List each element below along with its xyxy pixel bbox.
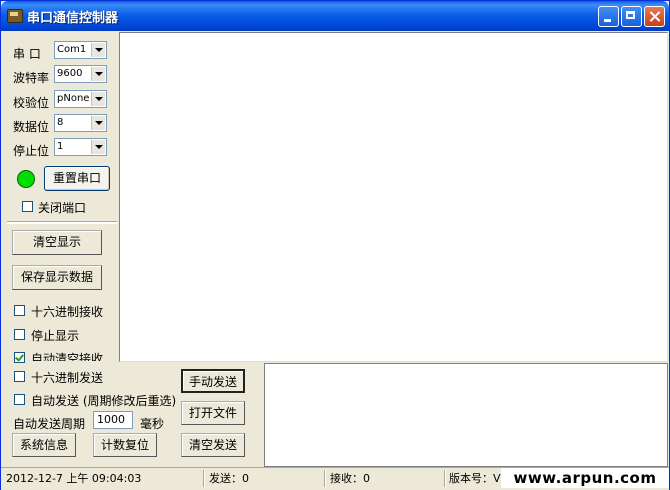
close-port-label: 关闭端口 <box>38 201 87 215</box>
port-value: Com1 <box>57 44 87 55</box>
hex-send-label: 十六进制发送 <box>31 371 104 385</box>
open-file-button[interactable]: 打开文件 <box>181 401 245 425</box>
received-count: 接收：0 <box>330 472 370 485</box>
parity-value: pNone <box>57 93 90 104</box>
status-divider <box>444 470 446 487</box>
send-input[interactable] <box>264 363 668 467</box>
chevron-down-icon[interactable] <box>91 43 105 57</box>
minimize-button[interactable] <box>598 6 619 27</box>
auto-send-period-label: 自动发送周期 <box>13 417 86 431</box>
stopbits-select[interactable]: 1 <box>54 138 107 156</box>
receive-display[interactable] <box>119 32 668 362</box>
databits-label: 数据位 <box>13 120 50 134</box>
clear-display-button[interactable]: 清空显示 <box>12 230 102 255</box>
divider <box>7 221 117 224</box>
main-window: 串口通信控制器 串 口 Com1 波特率 9600 校验位 pNone 数据位 … <box>0 0 670 490</box>
close-button[interactable] <box>644 6 665 27</box>
watermark-text: www.arpun.com <box>501 468 669 488</box>
databits-value: 8 <box>57 117 64 128</box>
auto-clear-receive-checkbox[interactable] <box>14 352 25 363</box>
baud-select[interactable]: 9600 <box>54 65 107 83</box>
app-icon <box>7 9 23 23</box>
chevron-down-icon[interactable] <box>91 116 105 130</box>
port-label: 串 口 <box>13 47 41 61</box>
stopbits-value: 1 <box>57 141 64 152</box>
manual-send-button[interactable]: 手动发送 <box>181 369 245 393</box>
hex-receive-label: 十六进制接收 <box>31 305 104 319</box>
system-info-button[interactable]: 系统信息 <box>12 433 76 457</box>
stop-display-label: 停止显示 <box>31 329 80 343</box>
stopbits-label: 停止位 <box>13 144 50 158</box>
auto-send-period-input[interactable]: 1000 <box>93 411 133 429</box>
chevron-down-icon[interactable] <box>91 67 105 81</box>
status-divider <box>324 470 326 487</box>
auto-send-label: 自动发送 (周期修改后重选) <box>31 394 177 408</box>
status-divider <box>203 470 205 487</box>
clear-send-button[interactable]: 清空发送 <box>181 433 245 457</box>
databits-select[interactable]: 8 <box>54 114 107 132</box>
hex-send-checkbox[interactable] <box>14 371 25 382</box>
period-unit-label: 毫秒 <box>140 417 165 431</box>
stop-display-checkbox[interactable] <box>14 329 25 340</box>
datetime-text: 2012-12-7 上午 09:04:03 <box>6 472 142 485</box>
auto-send-checkbox[interactable] <box>14 394 25 405</box>
hex-receive-checkbox[interactable] <box>14 305 25 316</box>
count-reset-button[interactable]: 计数复位 <box>93 433 157 457</box>
parity-select[interactable]: pNone <box>54 90 107 108</box>
chevron-down-icon[interactable] <box>91 140 105 154</box>
baud-label: 波特率 <box>13 71 50 85</box>
auto-clear-receive-clip: 自动清空接收 <box>31 350 103 361</box>
window-title: 串口通信控制器 <box>27 11 119 26</box>
parity-label: 校验位 <box>13 96 50 110</box>
maximize-button[interactable] <box>621 6 642 27</box>
auto-clear-receive-label: 自动清空接收 <box>31 352 104 361</box>
version-text: 版本号：V <box>449 472 501 485</box>
port-status-led <box>17 170 35 188</box>
baud-value: 9600 <box>57 68 83 79</box>
port-select[interactable]: Com1 <box>54 41 107 59</box>
reset-port-button[interactable]: 重置串口 <box>44 166 110 191</box>
close-port-checkbox[interactable] <box>22 201 33 212</box>
sent-count: 发送：0 <box>209 472 249 485</box>
title-bar[interactable]: 串口通信控制器 <box>1 1 669 31</box>
chevron-down-icon[interactable] <box>91 92 105 106</box>
save-display-button[interactable]: 保存显示数据 <box>12 265 102 290</box>
